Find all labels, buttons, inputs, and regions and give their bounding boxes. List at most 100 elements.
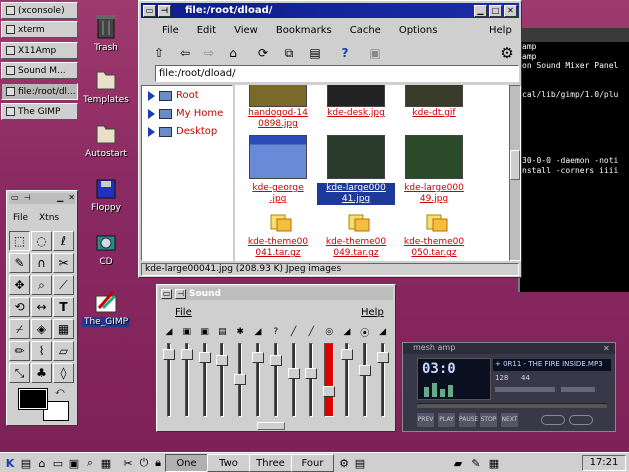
paintbrush-tool-icon[interactable]: ⌇ <box>31 341 52 361</box>
gradient-tool-icon[interactable]: ▦ <box>53 319 74 339</box>
rect-select-tool-icon[interactable]: ⬚ <box>9 231 30 251</box>
tools-icon[interactable]: ✂ <box>120 455 136 471</box>
lasso-tool-icon[interactable]: ℓ <box>53 231 74 251</box>
thumbnail-image[interactable] <box>327 85 385 107</box>
gimp-menu-file[interactable]: File <box>13 213 28 223</box>
menu-edit[interactable]: Edit <box>188 25 225 36</box>
mixer-slider-knob[interactable] <box>376 352 389 364</box>
play-button[interactable]: PLAY <box>438 413 455 427</box>
pin-icon[interactable]: ⊣ <box>158 4 171 17</box>
player-titlebar[interactable]: mesh amp <box>403 343 615 354</box>
thumbnail-image[interactable] <box>405 135 463 179</box>
mixer-slider-knob[interactable] <box>323 386 336 398</box>
tree-item-desktop[interactable]: Desktop <box>148 126 217 137</box>
fuzzy-select-tool-icon[interactable]: ✎ <box>9 253 30 273</box>
prev-button[interactable]: PREV <box>417 413 434 427</box>
close-icon[interactable]: ✕ <box>504 4 517 17</box>
desktop-icon-floppy[interactable]: Floppy <box>78 178 134 213</box>
task-sound-mixer[interactable]: Sound M... <box>1 62 78 79</box>
task-file-manager[interactable]: file:/root/dl... <box>1 83 78 100</box>
file-manager-titlebar[interactable]: ▭ ⊣ file:/root/dload/ ▁ □ ✕ <box>141 3 519 18</box>
bezier-tool-icon[interactable]: ∩ <box>31 253 52 273</box>
notes-icon[interactable]: ▤ <box>352 455 368 471</box>
search-icon[interactable]: ⌕ <box>82 455 98 471</box>
thumbnail-image[interactable] <box>405 85 463 107</box>
mixer-scroll-handle[interactable] <box>257 422 285 430</box>
paste-icon[interactable]: ▤ <box>305 44 325 62</box>
task-xconsole[interactable]: (xconsole) <box>1 2 78 19</box>
move-tool-icon[interactable]: ✥ <box>9 275 30 295</box>
stop-icon[interactable]: ▣ <box>365 44 385 62</box>
mixer-slider-track[interactable] <box>324 343 335 417</box>
pin-icon[interactable]: ⊣ <box>175 288 186 299</box>
thumbnail-image[interactable] <box>249 85 307 107</box>
menu-view[interactable]: View <box>225 25 267 36</box>
help-icon[interactable]: ? <box>335 44 355 62</box>
airbrush-tool-icon[interactable]: ⤡ <box>9 363 30 383</box>
vertical-scrollbar[interactable] <box>509 85 521 261</box>
reload-icon[interactable]: ⟳ <box>253 44 273 62</box>
desktop-icon-cd[interactable]: CD <box>78 232 134 267</box>
up-arrow-icon[interactable]: ⇧ <box>149 44 169 62</box>
back-arrow-icon[interactable]: ⇦ <box>175 44 195 62</box>
close-icon[interactable]: ✕ <box>68 193 75 204</box>
stop-button[interactable]: STOP <box>480 413 497 427</box>
mixer-menu-file[interactable]: File <box>175 307 192 318</box>
desktop-icon-templates[interactable]: Templates <box>78 66 134 105</box>
expand-arrow-icon[interactable] <box>148 90 155 101</box>
location-input[interactable]: file:/root/dload/ <box>155 65 519 82</box>
mixer-slider-knob[interactable] <box>341 349 353 361</box>
next-button[interactable]: NEXT <box>501 413 518 427</box>
mixer-slider-track[interactable] <box>362 343 367 417</box>
menu-help[interactable]: Help <box>489 25 512 36</box>
maximize-icon[interactable]: □ <box>489 4 502 17</box>
foreground-color-swatch[interactable] <box>18 388 48 410</box>
balance-slider[interactable] <box>561 387 595 392</box>
minimize-icon[interactable]: ▁ <box>57 193 63 204</box>
window-menu-icon[interactable]: ▭ <box>11 193 19 204</box>
gimp-titlebar[interactable]: ▭ ⊣ ▁ ✕ <box>9 193 75 204</box>
clock[interactable]: 17:21 <box>582 455 626 471</box>
seek-bar[interactable] <box>417 403 607 408</box>
mixer-slider-track[interactable] <box>291 343 296 417</box>
task-x11amp[interactable]: X11Amp <box>1 42 78 59</box>
file-name[interactable]: handogod-14 0898.jpg <box>239 108 317 130</box>
pause-button[interactable]: PAUSE <box>459 413 478 427</box>
convolve-tool-icon[interactable]: ◊ <box>53 363 74 383</box>
task-gimp[interactable]: The GIMP <box>1 103 78 120</box>
mixer-slider-knob[interactable] <box>287 367 300 379</box>
mixer-slider-knob[interactable] <box>198 352 211 364</box>
ellipse-select-tool-icon[interactable]: ◌ <box>31 231 52 251</box>
repeat-button[interactable] <box>569 415 593 425</box>
gear-icon[interactable]: ⚙ <box>497 44 517 62</box>
calendar-icon[interactable]: ▦ <box>486 455 502 471</box>
text-tool-icon[interactable]: T <box>53 297 74 317</box>
swap-colors-icon[interactable]: ⤺ <box>55 387 65 397</box>
terminal-titlebar[interactable] <box>520 28 629 42</box>
tree-item-root[interactable]: Root <box>148 90 199 101</box>
window-menu-icon[interactable]: ▭ <box>161 288 172 299</box>
color-picker-tool-icon[interactable]: ⌿ <box>9 319 30 339</box>
expand-arrow-icon[interactable] <box>148 108 155 119</box>
transform-tool-icon[interactable]: ⟲ <box>9 297 30 317</box>
magnify-tool-icon[interactable]: ⌕ <box>31 275 52 295</box>
eraser-tool-icon[interactable]: ▱ <box>53 341 74 361</box>
gimp-menu-xtns[interactable]: Xtns <box>39 213 59 223</box>
mixer-slider-knob[interactable] <box>269 355 282 367</box>
mixer-slider-knob[interactable] <box>358 364 371 376</box>
tree-item-home[interactable]: My Home <box>148 108 223 119</box>
mixer-slider-knob[interactable] <box>234 374 247 385</box>
window-menu-icon[interactable]: ▭ <box>143 4 156 17</box>
desktop-icon-autostart[interactable]: Autostart <box>78 120 134 159</box>
kde-menu-icon[interactable]: K <box>2 455 18 471</box>
terminal-window[interactable]: amp amp on Sound Mixer Panel cal/lib/gimp/1… <box>518 28 629 292</box>
scrollbar-thumb[interactable] <box>510 150 520 180</box>
mixer-slider-knob[interactable] <box>180 349 193 361</box>
desktop-button-two[interactable]: Two <box>207 454 250 472</box>
sound-mixer-titlebar[interactable]: ▭ ⊣ Sound <box>159 287 393 300</box>
menu-cache[interactable]: Cache <box>341 25 390 36</box>
scissors-tool-icon[interactable]: ✂ <box>53 253 74 273</box>
file-name[interactable]: kde-theme00 050.tar.gz <box>395 237 473 259</box>
window-list-icon[interactable]: ▤ <box>18 455 34 471</box>
clone-tool-icon[interactable]: ♣ <box>31 363 52 383</box>
